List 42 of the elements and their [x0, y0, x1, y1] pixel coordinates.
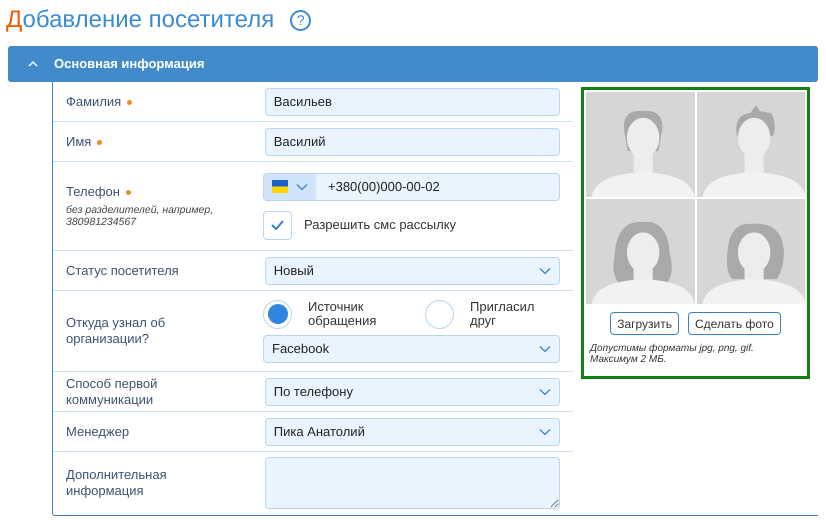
radio-label: Источник обращения [308, 300, 378, 328]
help-button[interactable]: ? [290, 10, 312, 30]
radio-label: Пригласил друг [470, 300, 536, 328]
checkbox-label: Разрешить смс рассылку [304, 216, 456, 234]
select-field[interactable]: Facebook [263, 334, 560, 362]
format-note: Допустимы форматы jpg, png, gif. Максимум 2 МБ. [588, 343, 755, 365]
chevron-down-icon [539, 388, 551, 396]
country-select[interactable] [264, 174, 316, 200]
field-label: Дополнительная информация [66, 467, 168, 499]
chevron-down-icon [296, 182, 308, 190]
sms-checkbox[interactable] [263, 210, 292, 240]
field-label: Статус посетителя [66, 262, 179, 278]
page-title: Добавление посетителя [6, 8, 274, 32]
field-label: Имя [66, 134, 92, 150]
select-field[interactable]: Новый [264, 256, 560, 284]
field-hint: без разделителей, например, 380981234567 [66, 204, 214, 228]
avatar-placeholder-icon [696, 92, 805, 197]
field-label: Менеджер [66, 424, 130, 440]
chevron-up-icon [28, 61, 38, 67]
flag-icon [272, 180, 288, 193]
text-field[interactable]: Василий [264, 128, 560, 156]
text-field[interactable]: Васильев [264, 88, 560, 116]
radio-button[interactable] [425, 300, 454, 328]
field-label: Откуда узнал об организации? [66, 315, 166, 347]
chevron-down-icon [539, 428, 551, 436]
select-field[interactable]: Пика Анатолий [264, 418, 560, 446]
upload-button[interactable]: Загрузить [610, 312, 680, 335]
chevron-down-icon [539, 266, 551, 274]
phone-field[interactable]: +380(00)000-00-02 [263, 172, 560, 200]
section-title: Основная информация [54, 55, 204, 74]
check-icon [271, 220, 284, 230]
select-field[interactable]: По телефону [264, 378, 560, 406]
take-photo-button[interactable]: Сделать фото [688, 312, 781, 335]
avatar-placeholder-icon [696, 199, 805, 304]
field-label: Телефон [66, 184, 120, 200]
chevron-down-icon [539, 344, 551, 352]
field-label: Способ первой коммуникации [66, 376, 158, 408]
avatar-placeholder-icon [586, 92, 694, 197]
section-header[interactable]: Основная информация [8, 46, 818, 82]
field-label: Фамилия [66, 94, 122, 110]
avatar-placeholder-icon [586, 199, 694, 304]
radio-button[interactable] [263, 300, 292, 328]
